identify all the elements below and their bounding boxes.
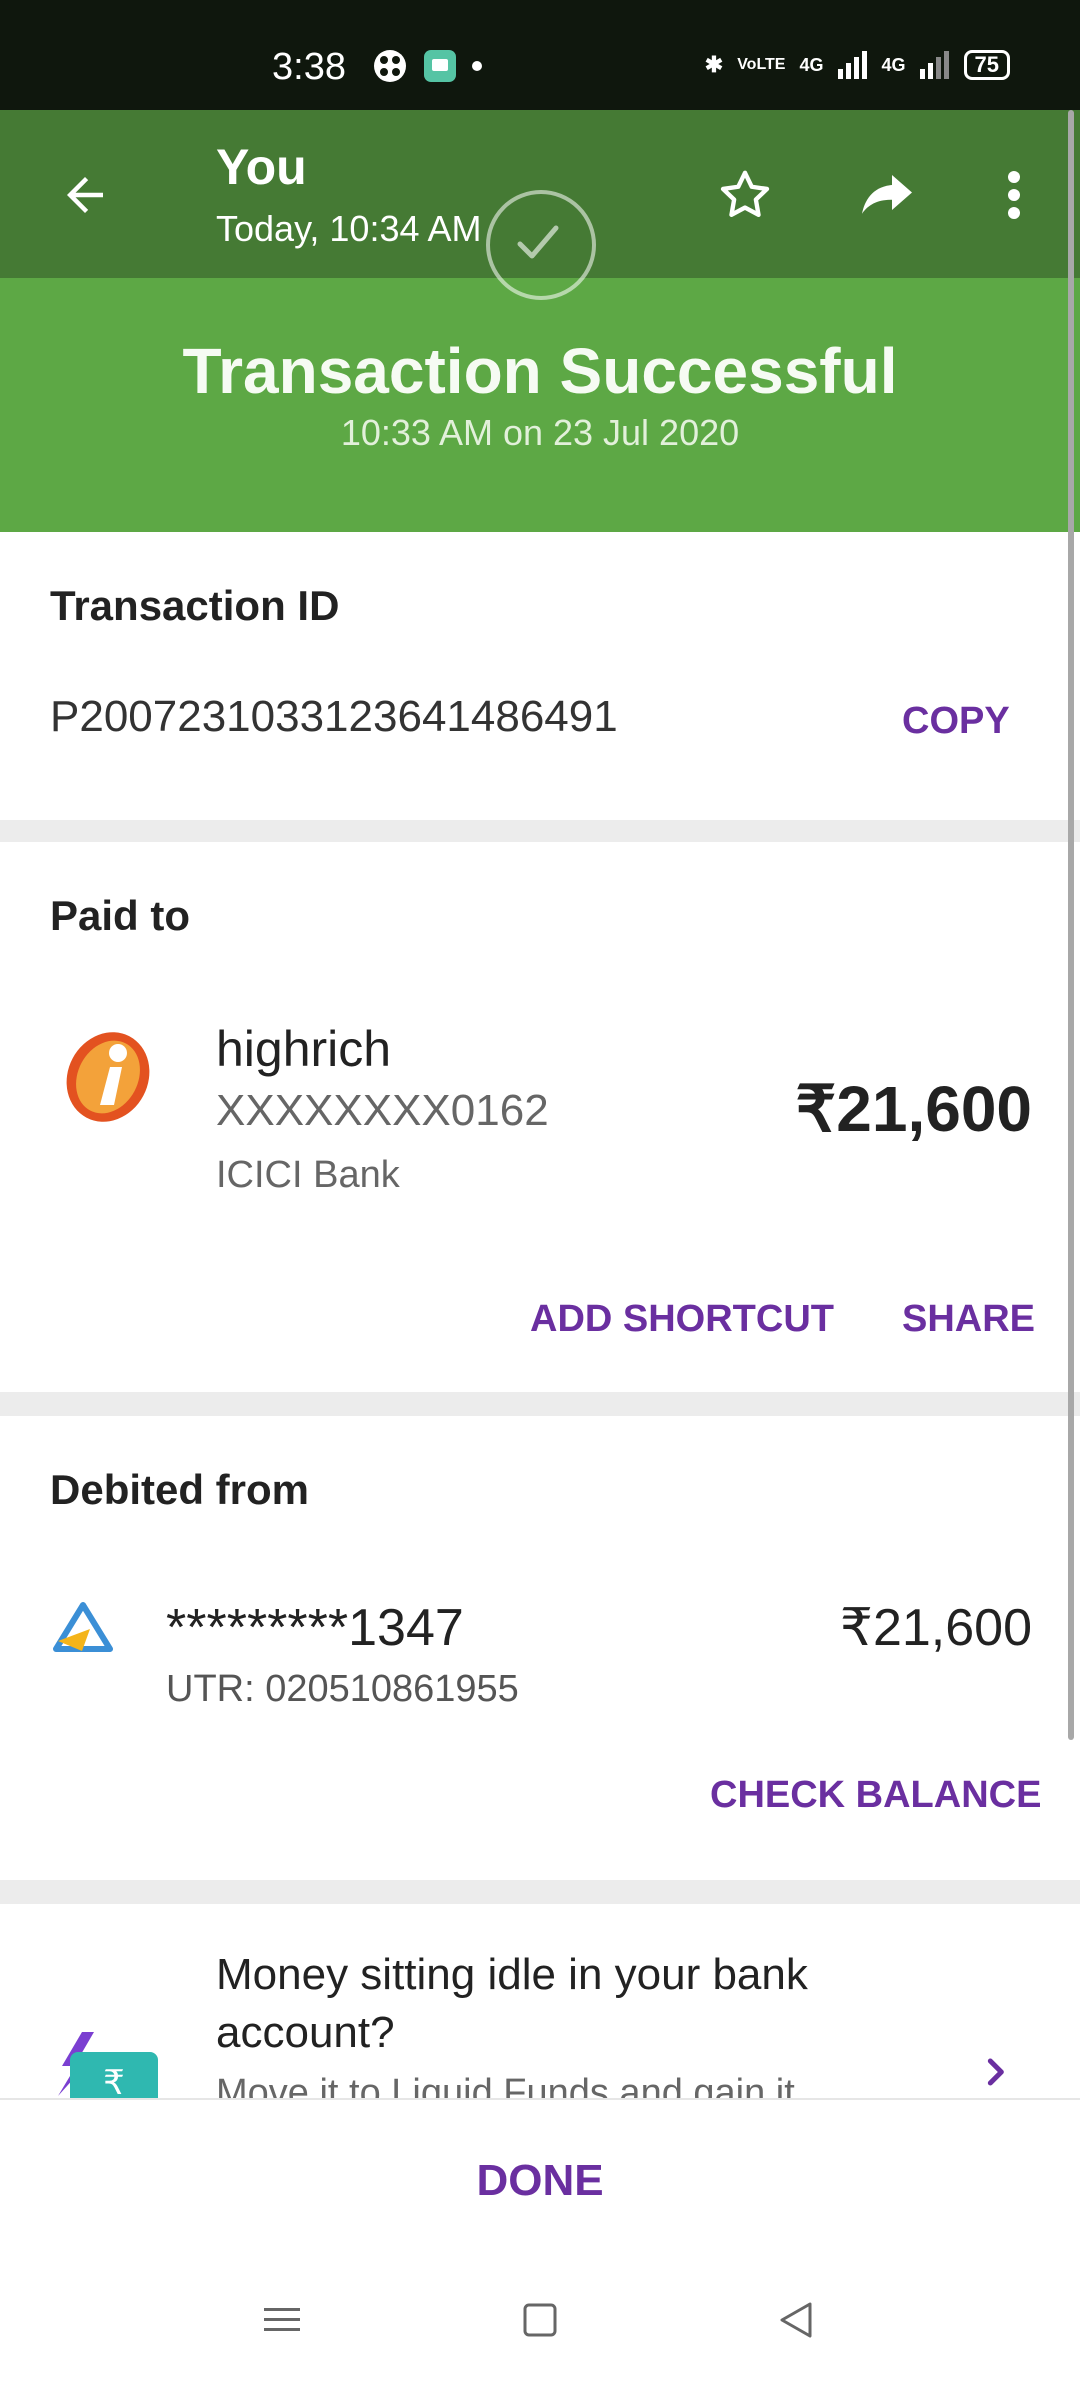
status-bar: 3:38 ✱ VoLTE 4G 4G 75: [0, 0, 1080, 110]
status-time: 3:38: [272, 46, 346, 88]
check-balance-button[interactable]: CHECK BALANCE: [710, 1774, 1041, 1817]
transaction-id-label: Transaction ID: [50, 582, 340, 629]
sbi-bank-logo: [52, 1601, 114, 1657]
transaction-datetime: 10:33 AM on 23 Jul 2020: [340, 412, 740, 453]
section-divider: [0, 820, 1080, 842]
debit-account: *********1347: [166, 1599, 464, 1657]
share-arrow-icon: [862, 175, 912, 214]
liquid-funds-promo-card[interactable]: ₹ Money sitting idle in your bank accoun…: [0, 1904, 1060, 2098]
app-notification-icon: [374, 50, 406, 82]
menu-nav-button[interactable]: [262, 2300, 302, 2340]
debited-from-card: Debited from *********1347 UTR: 02051086…: [0, 1416, 1060, 1880]
transaction-id-value: P2007231033123641486491: [50, 692, 618, 741]
signal-icon: [837, 51, 867, 79]
promo-subtext: Move it to Liquid Funds and gain it: [216, 2072, 795, 2098]
home-square-icon: [523, 2303, 557, 2337]
promo-title-line1: Money sitting idle in your bank: [216, 1950, 808, 1999]
status-notification-icons: [372, 48, 482, 84]
star-outline-icon: [720, 170, 770, 217]
more-options-button[interactable]: [985, 158, 1043, 232]
chevron-right-icon: [976, 2052, 1016, 2092]
transaction-status-title: Transaction Successful: [182, 335, 898, 407]
header-title: You: [216, 139, 307, 195]
promo-title-line2: account?: [216, 2008, 395, 2057]
more-notifications-dot: [472, 61, 482, 71]
utr-number: UTR: 020510861955: [166, 1668, 519, 1710]
paid-to-card: Paid to highrich XXXXXXXX0162 ICICI Bank…: [0, 842, 1060, 1392]
signal-icon-2: [919, 51, 949, 79]
debited-from-label: Debited from: [50, 1466, 310, 1513]
section-divider: [0, 1392, 1080, 1416]
back-triangle-icon: [780, 2302, 812, 2338]
add-shortcut-button[interactable]: ADD SHORTCUT: [530, 1298, 834, 1341]
back-arrow-icon: [67, 177, 103, 213]
more-vertical-icon: [1008, 171, 1020, 219]
message-notification-icon: [424, 50, 456, 82]
forward-share-button[interactable]: [850, 158, 924, 232]
paid-to-label: Paid to: [50, 892, 191, 939]
done-button[interactable]: DONE: [0, 2156, 1080, 2206]
payee-bank: ICICI Bank: [216, 1154, 400, 1196]
section-divider: [0, 1880, 1080, 1904]
payee-name: highrich: [216, 1021, 392, 1077]
network-4g-label-2: 4G: [881, 54, 906, 75]
back-button[interactable]: [50, 160, 120, 230]
battery-indicator: 75: [963, 50, 1010, 80]
svg-text:₹: ₹: [103, 2063, 125, 2098]
system-nav-bar: [0, 2300, 1080, 2360]
home-nav-button[interactable]: [520, 2300, 560, 2340]
share-button[interactable]: SHARE: [902, 1298, 1035, 1341]
menu-icon: [264, 2308, 300, 2331]
paid-amount: ₹21,600: [795, 1073, 1032, 1145]
bluetooth-icon: ✱: [704, 52, 724, 77]
network-4g-label: 4G: [799, 54, 824, 75]
header-subtitle: Today, 10:34 AM: [216, 208, 482, 249]
transaction-id-card: Transaction ID P2007231033123641486491 C…: [0, 532, 1060, 820]
icici-bank-logo: [60, 1027, 156, 1127]
payee-account: XXXXXXXX0162: [216, 1086, 549, 1135]
copy-button[interactable]: COPY: [902, 700, 1010, 743]
success-check-icon: [486, 190, 596, 300]
rupee-lightning-icon: ₹: [54, 2032, 162, 2098]
volte-label: VoLTE: [737, 56, 786, 73]
status-system-icons: ✱ VoLTE 4G 4G 75: [705, 50, 1010, 80]
scrollbar[interactable]: [1068, 110, 1074, 1740]
debited-amount: ₹21,600: [839, 1599, 1032, 1657]
back-nav-button[interactable]: [776, 2300, 816, 2340]
favorite-button[interactable]: [708, 158, 782, 232]
